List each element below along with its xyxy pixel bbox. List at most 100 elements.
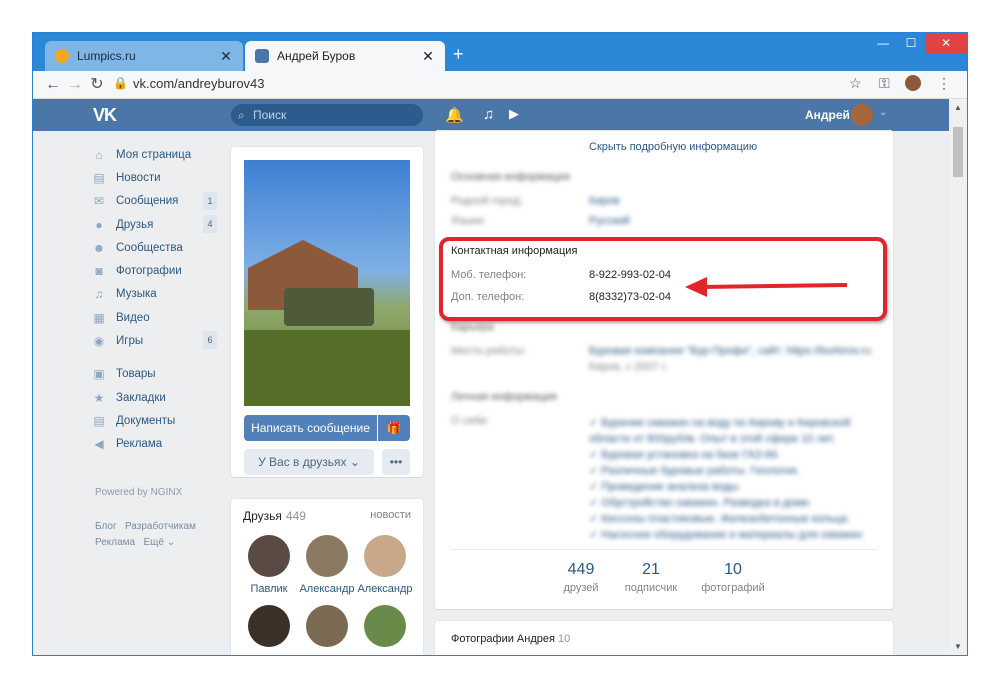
key-icon[interactable]: ⚿: [879, 75, 890, 92]
sidebar-item-friends[interactable]: ● Друзья 4: [91, 213, 231, 236]
tab-lumpics[interactable]: Lumpics.ru ✕: [45, 41, 243, 71]
languages-value[interactable]: Русский: [589, 215, 630, 227]
friends-news-link[interactable]: новости: [370, 509, 411, 521]
close-tab-icon[interactable]: ✕: [219, 48, 233, 65]
scrollbar[interactable]: ▲ ▼: [949, 99, 967, 655]
sidebar-item-games[interactable]: ◉ Игры 6: [91, 329, 231, 352]
bookmark-star-icon[interactable]: ☆: [849, 75, 862, 92]
more-actions-button[interactable]: •••: [382, 449, 410, 475]
friend-avatar: [364, 535, 406, 577]
chevron-down-icon[interactable]: ⌄: [879, 107, 887, 118]
friend-item[interactable]: Александр: [355, 535, 415, 595]
back-icon[interactable]: ←: [43, 75, 63, 95]
friend-avatar[interactable]: [248, 605, 290, 647]
friend-avatar[interactable]: [306, 605, 348, 647]
work-value[interactable]: Буровая компания "Бур-Профи", сайт: http…: [589, 345, 879, 357]
friend-item[interactable]: Павлик: [239, 535, 299, 595]
play-icon[interactable]: ▶: [509, 106, 519, 122]
forward-icon[interactable]: →: [65, 75, 85, 95]
footer-blog-link[interactable]: Блог: [95, 521, 117, 532]
counter-badge: 1: [203, 191, 217, 210]
friend-name: Павлик: [250, 583, 288, 595]
footer-ads-link[interactable]: Реклама: [95, 537, 135, 548]
footer-more-link[interactable]: Ещё ⌄: [143, 537, 175, 548]
tab-andrey-burov[interactable]: Андрей Буров ✕: [245, 41, 445, 71]
lock-icon[interactable]: 🔒: [113, 76, 128, 90]
footer-developers-link[interactable]: Разработчикам: [125, 521, 196, 532]
sidebar-item-label: Сообщества: [116, 241, 183, 254]
bell-icon[interactable]: 🔔: [445, 106, 464, 124]
scroll-up-icon[interactable]: ▲: [954, 103, 962, 112]
stat-label: друзей: [563, 582, 599, 594]
stat-number: 449: [567, 561, 595, 578]
sidebar-item-star[interactable]: ★ Закладки: [91, 386, 231, 409]
maximize-button[interactable]: ☐: [897, 33, 925, 53]
url-field[interactable]: vk.com/andreyburov43: [133, 76, 265, 91]
tab-title: Андрей Буров: [277, 49, 356, 63]
photos-title-text: Фотографии Андрея: [451, 633, 555, 645]
about-line: области от 800руб/м. Опыт в этой сфере 1…: [589, 433, 836, 445]
counter-badge: 6: [203, 331, 217, 350]
photos-title[interactable]: Фотографии Андрея 10: [451, 633, 570, 645]
profile-photo[interactable]: [244, 160, 410, 406]
close-tab-icon[interactable]: ✕: [421, 48, 435, 65]
close-window-button[interactable]: ✕: [925, 33, 967, 53]
search-input[interactable]: ⌕ Поиск: [231, 104, 423, 126]
about-line: ✓ Кессоны пластиковые. Железобетонные ко…: [589, 513, 851, 525]
photos-count: 10: [558, 633, 571, 645]
sidebar-item-home[interactable]: ⌂ Моя страница: [91, 143, 231, 166]
scroll-down-icon[interactable]: ▼: [954, 642, 962, 651]
scroll-thumb[interactable]: [953, 127, 963, 177]
stat-photos[interactable]: 10 фотографий: [693, 561, 773, 594]
gift-button[interactable]: 🎁: [378, 415, 410, 441]
sidebar-item-bag[interactable]: ▣ Товары: [91, 363, 231, 386]
work-label: Место работы:: [451, 345, 527, 357]
red-arrow-icon: [685, 277, 848, 297]
photos-card: Фотографии Андрея 10: [435, 621, 893, 655]
friend-item[interactable]: Александр: [297, 535, 357, 595]
messages-icon: ✉: [93, 194, 105, 209]
friends-header[interactable]: Друзья 449: [243, 509, 306, 523]
sidebar-item-messages[interactable]: ✉ Сообщения 1: [91, 190, 231, 213]
new-tab-button[interactable]: +: [453, 45, 464, 63]
title-bar: Lumpics.ru ✕ Андрей Буров ✕ + — ☐ ✕: [33, 33, 967, 71]
sidebar-item-label: Фотографии: [116, 265, 182, 278]
friend-name: Александр: [357, 583, 413, 595]
friends-card: Друзья 449 новости Павлик Александр Алекс…: [231, 499, 423, 655]
friend-avatar[interactable]: [364, 605, 406, 647]
write-message-button[interactable]: Написать сообщение: [244, 415, 377, 441]
camera-icon: ◙: [95, 264, 103, 279]
friend-avatar: [306, 535, 348, 577]
sidebar-item-camera[interactable]: ◙ Фотографии: [91, 259, 231, 282]
profile-avatar-icon[interactable]: [905, 75, 921, 91]
hometown-value[interactable]: Киров: [589, 195, 620, 207]
about-text: ✓ Бурение скважин на воду по Кирову и Ки…: [589, 415, 879, 543]
sidebar-item-communities[interactable]: ☻ Сообщества: [91, 236, 231, 259]
work-value-line2: Киров, с 2007 г.: [589, 361, 668, 373]
sidebar-item-document[interactable]: ▤ Документы: [91, 409, 231, 432]
in-friends-button[interactable]: У Вас в друзьях ⌄: [244, 449, 374, 475]
minimize-button[interactable]: —: [869, 33, 897, 53]
stat-followers[interactable]: 21 подписчик: [611, 561, 691, 594]
news-icon: ▤: [93, 170, 105, 185]
user-name[interactable]: Андрей: [805, 108, 850, 122]
sidebar-item-video[interactable]: ▦ Видео: [91, 306, 231, 329]
hide-details-link[interactable]: Скрыть подробную информацию: [589, 141, 757, 153]
sidebar-item-label: Игры: [116, 335, 144, 348]
vk-logo[interactable]: VK: [93, 105, 117, 126]
sidebar-item-megaphone[interactable]: ◀ Реклама: [91, 433, 231, 456]
menu-dots-icon[interactable]: ⋮: [937, 75, 951, 92]
reload-icon[interactable]: ↻: [87, 75, 107, 95]
stat-friends[interactable]: 449 друзей: [541, 561, 621, 594]
browser-window: Lumpics.ru ✕ Андрей Буров ✕ + — ☐ ✕ ← → …: [32, 32, 968, 656]
sidebar-item-label: Видео: [116, 311, 150, 324]
music-icon: ♫: [94, 287, 104, 302]
user-avatar[interactable]: [851, 104, 873, 126]
music-note-icon[interactable]: ♫: [483, 106, 494, 123]
about-line: ✓ Различные буровые работы. Геология.: [589, 465, 800, 477]
sidebar-item-music[interactable]: ♫ Музыка: [91, 283, 231, 306]
document-icon: ▤: [93, 413, 105, 428]
sidebar-item-news[interactable]: ▤ Новости: [91, 166, 231, 189]
search-icon: ⌕: [238, 108, 245, 122]
megaphone-icon: ◀: [94, 437, 104, 452]
